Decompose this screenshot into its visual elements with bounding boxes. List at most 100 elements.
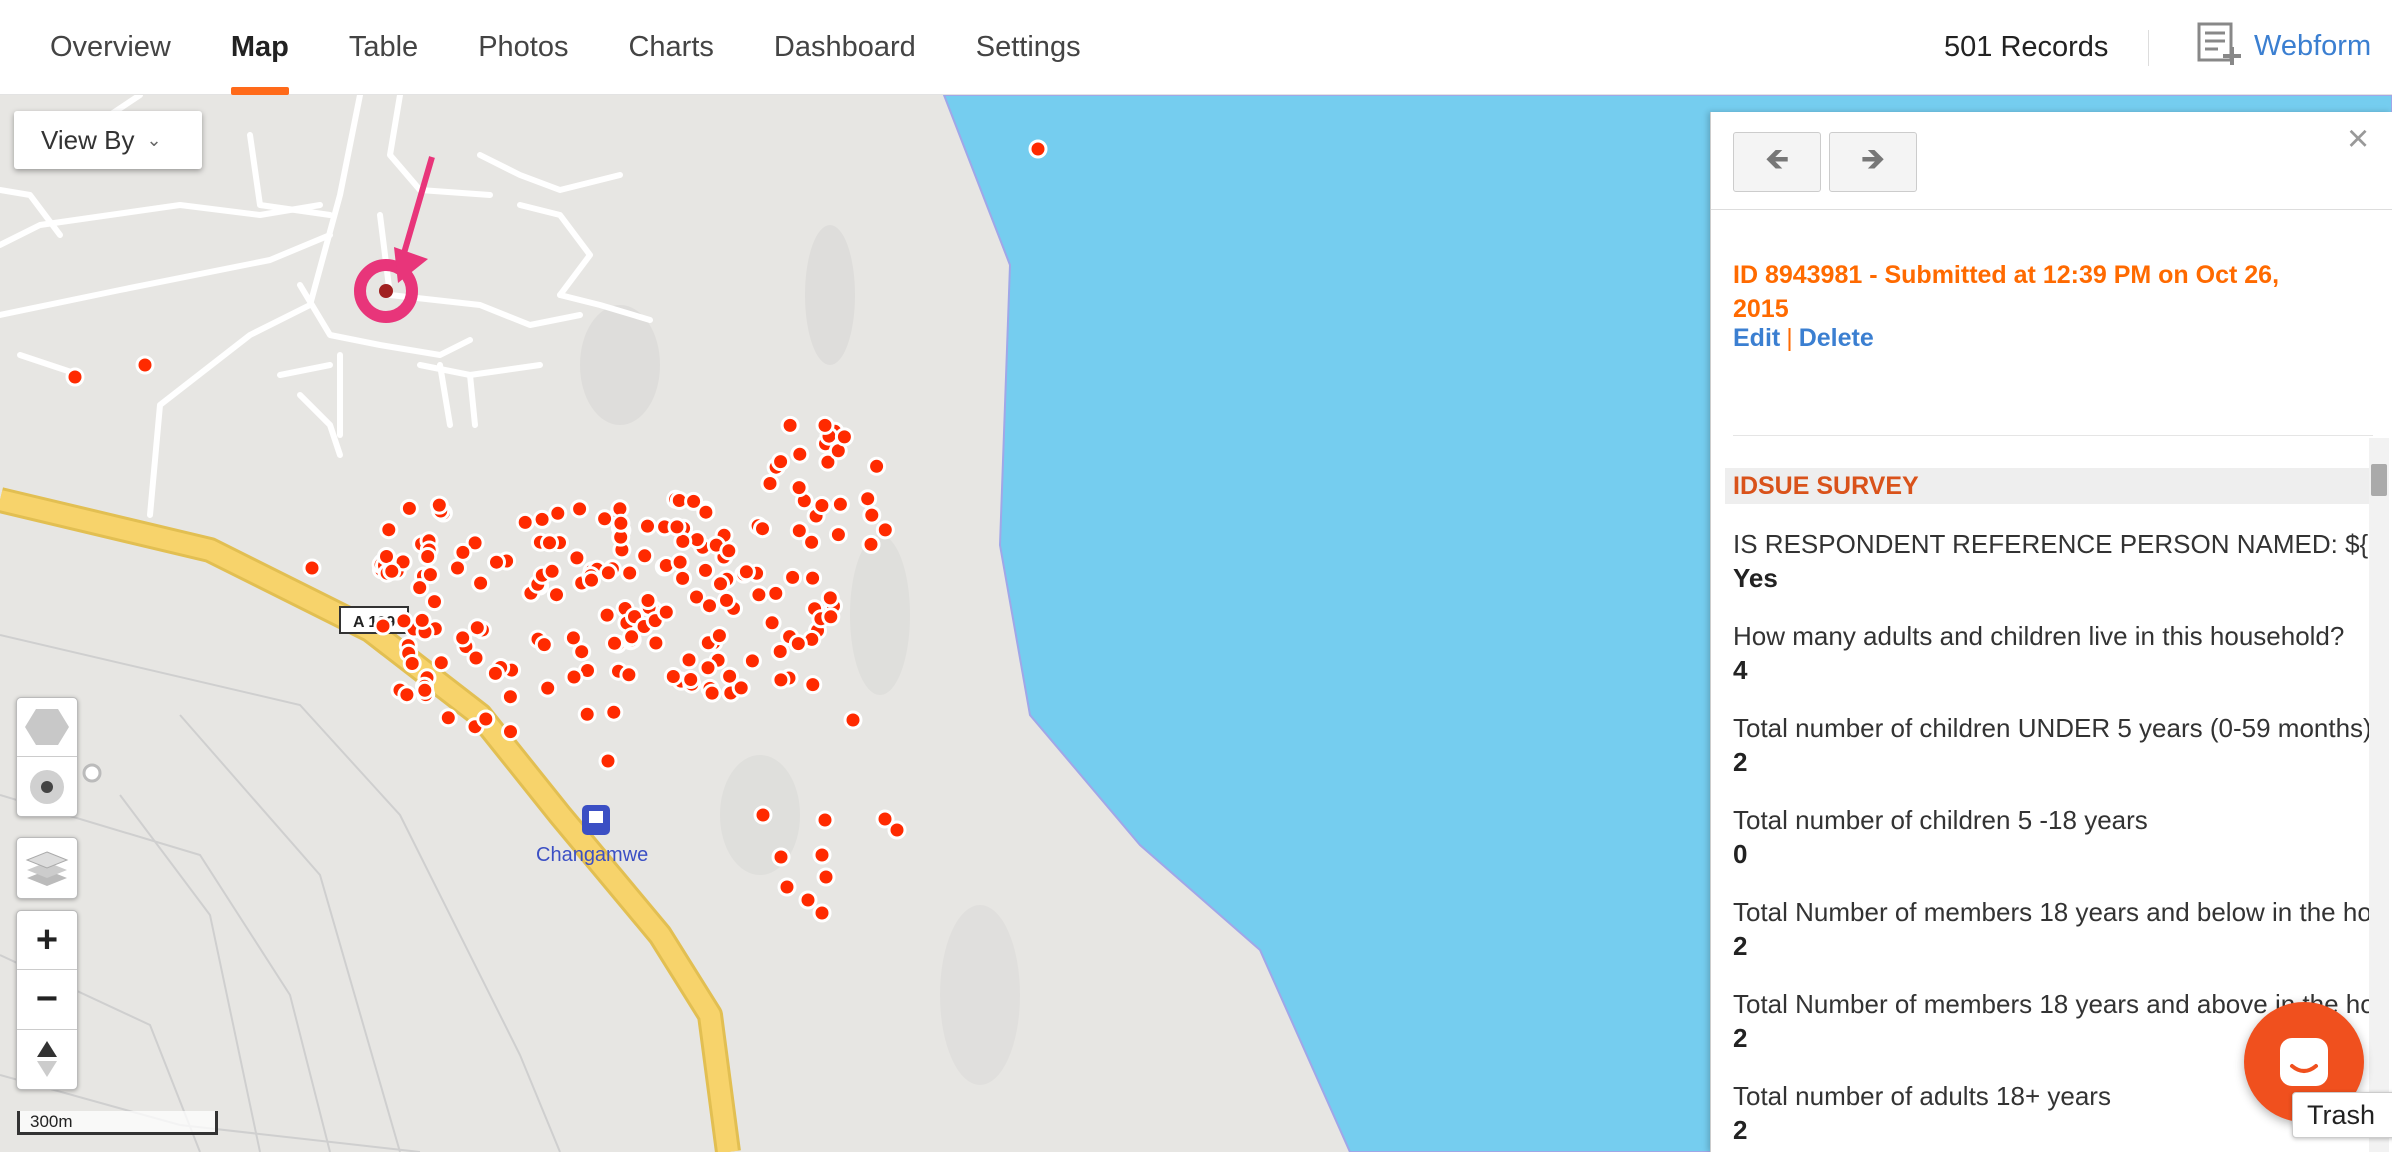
data-point[interactable] (65, 367, 85, 387)
data-point[interactable] (771, 452, 791, 472)
data-point[interactable] (646, 633, 666, 653)
data-point[interactable] (373, 616, 393, 636)
tab-overview[interactable]: Overview (20, 0, 201, 95)
data-point[interactable] (702, 683, 722, 703)
data-point[interactable] (696, 560, 715, 580)
data-point[interactable] (397, 685, 417, 705)
data-point[interactable] (798, 890, 818, 910)
data-point[interactable] (302, 558, 322, 578)
data-point[interactable] (867, 456, 887, 476)
data-point[interactable] (429, 495, 449, 515)
data-point[interactable] (540, 533, 559, 553)
data-point[interactable] (753, 805, 773, 825)
data-point[interactable] (875, 520, 895, 540)
data-point[interactable] (788, 634, 808, 654)
data-point[interactable] (582, 570, 601, 590)
data-point[interactable] (542, 561, 562, 581)
data-point[interactable] (858, 489, 878, 509)
data-point[interactable] (595, 509, 615, 529)
data-point[interactable] (815, 810, 835, 830)
data-point[interactable] (709, 626, 729, 646)
data-point[interactable] (679, 650, 699, 670)
data-point[interactable] (425, 592, 444, 612)
tab-settings[interactable]: Settings (946, 0, 1111, 95)
data-point[interactable] (862, 505, 882, 525)
data-point[interactable] (820, 588, 840, 608)
data-point[interactable] (415, 680, 435, 700)
data-point[interactable] (382, 561, 402, 581)
radius-handle[interactable] (82, 763, 102, 783)
data-point[interactable] (821, 607, 841, 627)
data-point[interactable] (777, 877, 797, 897)
tab-table[interactable]: Table (319, 0, 448, 95)
data-point[interactable] (861, 534, 881, 554)
data-point[interactable] (532, 509, 552, 529)
data-point[interactable] (887, 820, 907, 840)
data-point[interactable] (418, 547, 438, 566)
data-point[interactable] (780, 415, 800, 435)
data-point[interactable] (749, 585, 769, 605)
data-point[interactable] (638, 591, 658, 610)
data-point[interactable] (700, 596, 719, 616)
zoom-out-button[interactable]: − (17, 970, 77, 1030)
data-point[interactable] (830, 494, 850, 514)
data-point[interactable] (572, 642, 592, 662)
view-by-dropdown[interactable]: View By ⌄ (14, 111, 202, 169)
data-point[interactable] (663, 667, 683, 686)
data-point[interactable] (790, 444, 810, 464)
tab-dashboard[interactable]: Dashboard (744, 0, 946, 95)
data-point[interactable] (762, 613, 782, 633)
data-point[interactable] (753, 519, 772, 539)
compass-button[interactable] (17, 1030, 77, 1089)
data-point[interactable] (476, 709, 496, 729)
data-point[interactable] (548, 503, 568, 523)
webform-link[interactable]: Webform (2196, 20, 2371, 72)
data-point[interactable] (742, 651, 762, 671)
data-point[interactable] (656, 602, 676, 622)
data-point[interactable] (394, 611, 414, 631)
next-record-button[interactable]: 🡺 (1829, 132, 1917, 192)
data-point[interactable] (783, 567, 803, 587)
data-point[interactable] (696, 502, 716, 522)
data-point[interactable] (534, 635, 554, 655)
data-point[interactable] (538, 678, 558, 698)
data-point[interactable] (448, 558, 467, 578)
data-point[interactable] (803, 675, 823, 695)
polygon-tool-button[interactable] (17, 698, 77, 758)
data-point[interactable] (717, 590, 736, 610)
data-point[interactable] (598, 751, 618, 771)
data-point[interactable] (605, 633, 624, 653)
data-point[interactable] (731, 678, 751, 698)
data-point[interactable] (719, 541, 739, 561)
data-point[interactable] (816, 867, 836, 887)
data-point[interactable] (812, 903, 832, 923)
data-point[interactable] (567, 548, 587, 568)
scrollbar-track[interactable] (2369, 438, 2389, 1152)
data-point[interactable] (736, 562, 756, 582)
data-point[interactable] (453, 542, 473, 562)
data-point[interactable] (635, 546, 655, 566)
tab-photos[interactable]: Photos (448, 0, 598, 95)
data-point[interactable] (828, 525, 848, 545)
data-point[interactable] (402, 654, 422, 673)
data-point[interactable] (577, 704, 597, 724)
data-point[interactable] (802, 532, 822, 552)
data-point[interactable] (770, 642, 790, 661)
data-point[interactable] (766, 583, 786, 603)
data-point[interactable] (812, 845, 832, 865)
tab-charts[interactable]: Charts (598, 0, 743, 95)
data-point[interactable] (500, 687, 520, 707)
data-point[interactable] (471, 573, 491, 593)
data-point[interactable] (467, 618, 487, 638)
data-point[interactable] (771, 670, 791, 690)
data-point[interactable] (410, 578, 430, 598)
data-point[interactable] (438, 708, 458, 728)
data-point[interactable] (698, 658, 718, 678)
layers-button[interactable] (17, 838, 77, 898)
data-point[interactable] (487, 552, 506, 572)
data-point[interactable] (1028, 139, 1048, 159)
circle-tool-button[interactable] (17, 757, 77, 816)
data-point[interactable] (667, 517, 687, 537)
data-point[interactable] (789, 478, 809, 498)
data-point[interactable] (803, 568, 823, 588)
